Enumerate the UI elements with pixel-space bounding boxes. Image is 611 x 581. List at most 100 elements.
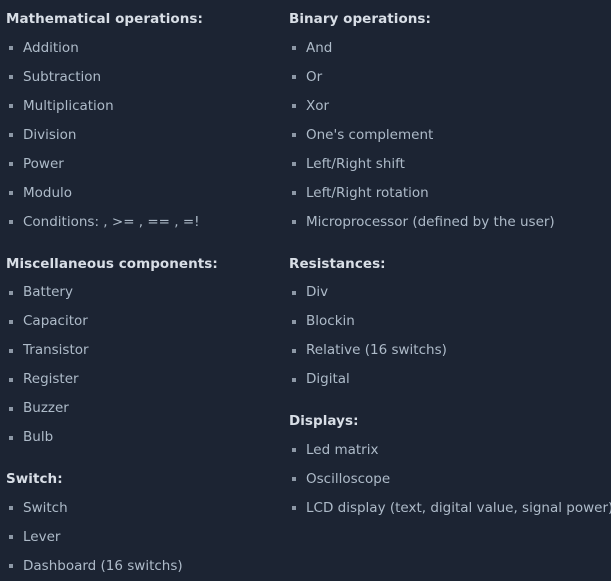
square-bullet-icon: [292, 104, 296, 108]
feature-list-page: Mathematical operations: Addition Subtract…: [0, 0, 611, 573]
list-item-label: Left/Right shift: [306, 155, 405, 172]
section-displays: Displays: Led matrix Oscilloscope LCD displ…: [289, 413, 611, 523]
list-item: Div: [289, 278, 611, 307]
section-heading: Resistances:: [289, 255, 386, 272]
section-heading: Mathematical operations:: [6, 11, 203, 27]
section-heading: Switch:: [6, 471, 63, 487]
list-item-label: Or: [306, 68, 323, 85]
list-item-label: Dashboard (16 switchs): [23, 557, 183, 574]
list-item-label: Power: [23, 155, 64, 172]
list-item: Blockin: [289, 307, 611, 336]
list-item: Register: [6, 365, 286, 394]
list-item-label: Division: [23, 126, 77, 143]
list-item: Transistor: [6, 336, 286, 365]
list-item: Digital: [289, 365, 611, 394]
square-bullet-icon: [292, 290, 296, 295]
list-item: Division: [6, 121, 286, 150]
list-item-label: Switch: [23, 499, 68, 516]
list-item: LCD display (text, digital value, signal…: [289, 494, 611, 523]
list-item-label: Buzzer: [23, 400, 69, 416]
square-bullet-icon: [292, 162, 296, 166]
list-item: Relative (16 switchs): [289, 336, 611, 365]
list-item-label: Battery: [23, 284, 73, 300]
list-item: Left/Right shift: [289, 150, 611, 179]
list-item-label: One's complement: [306, 126, 434, 143]
list-item: Addition: [6, 34, 286, 63]
list-item-label: Relative (16 switchs): [306, 342, 447, 358]
list-item: Oscilloscope: [289, 465, 611, 494]
list-item-label: Xor: [306, 97, 330, 114]
list-item: Power: [6, 150, 286, 179]
section-heading: Miscellaneous components:: [6, 255, 218, 272]
list-item-label: Subtraction: [23, 68, 102, 85]
square-bullet-icon: [9, 220, 13, 224]
list-item-label: Modulo: [23, 184, 73, 201]
section-binary-operations: Binary operations: And Or Xor One's compleme…: [289, 11, 611, 237]
square-bullet-icon: [9, 191, 13, 195]
square-bullet-icon: [292, 377, 296, 382]
section-heading: Binary operations:: [289, 11, 431, 27]
section-miscellaneous-components: Miscellaneous components: Battery Capacito…: [6, 255, 286, 453]
square-bullet-icon: [9, 319, 13, 324]
square-bullet-icon: [292, 477, 296, 481]
list-item-label: Blockin: [306, 313, 355, 329]
right-column: Binary operations: And Or Xor One's compleme…: [286, 11, 611, 523]
square-bullet-icon: [9, 506, 13, 510]
list-item: Left/Right rotation: [289, 179, 611, 208]
section-mathematical-operations: Mathematical operations: Addition Subtract…: [6, 11, 286, 237]
square-bullet-icon: [292, 220, 296, 224]
list-item-label: Oscilloscope: [306, 470, 391, 487]
list-item: Multiplication: [6, 92, 286, 121]
square-bullet-icon: [292, 348, 296, 353]
square-bullet-icon: [292, 191, 296, 195]
square-bullet-icon: [9, 435, 13, 440]
square-bullet-icon: [9, 377, 13, 382]
list-item-label: Lever: [23, 528, 61, 545]
list-item: Buzzer: [6, 394, 286, 423]
list-item: Or: [289, 63, 611, 92]
item-list: Addition Subtraction Multiplication Divisio…: [6, 34, 286, 237]
square-bullet-icon: [9, 290, 13, 295]
item-list: And Or Xor One's complement Left/Right shift…: [289, 34, 611, 237]
list-item-label: Div: [306, 284, 329, 300]
list-item-label: Left/Right rotation: [306, 184, 429, 201]
square-bullet-icon: [9, 162, 13, 166]
list-item: And: [289, 34, 611, 63]
square-bullet-icon: [9, 104, 13, 108]
list-item: Microprocessor (defined by the user): [289, 208, 611, 237]
list-item-label: Microprocessor (defined by the user): [306, 213, 555, 230]
section-switch: Switch: Switch Lever Dashboard (16 switchs): [6, 471, 286, 581]
square-bullet-icon: [9, 133, 13, 137]
square-bullet-icon: [9, 406, 13, 411]
list-item: One's complement: [289, 121, 611, 150]
square-bullet-icon: [9, 564, 13, 568]
section-heading: Displays:: [289, 413, 359, 429]
list-item-label: Conditions: , >= , == , =!: [23, 213, 200, 230]
square-bullet-icon: [292, 46, 296, 50]
square-bullet-icon: [9, 348, 13, 353]
list-item-label: Transistor: [23, 342, 89, 358]
square-bullet-icon: [292, 506, 296, 510]
item-list: Led matrix Oscilloscope LCD display (text,…: [289, 436, 611, 523]
list-item: Led matrix: [289, 436, 611, 465]
list-item-label: Bulb: [23, 429, 54, 445]
square-bullet-icon: [9, 75, 13, 79]
list-item-label: LCD display (text, digital value, signal…: [306, 499, 611, 516]
square-bullet-icon: [9, 535, 13, 539]
list-item-label: Register: [23, 371, 79, 387]
square-bullet-icon: [9, 46, 13, 50]
item-list: Battery Capacitor Transistor Register Buzzer…: [6, 278, 286, 452]
left-column: Mathematical operations: Addition Subtract…: [0, 11, 286, 581]
list-item-label: Led matrix: [306, 441, 379, 458]
list-item: Capacitor: [6, 307, 286, 336]
list-item-label: Multiplication: [23, 97, 114, 114]
list-item-label: Addition: [23, 39, 79, 56]
list-item: Battery: [6, 278, 286, 307]
list-item: Xor: [289, 92, 611, 121]
list-item-label: Digital: [306, 371, 350, 387]
square-bullet-icon: [292, 75, 296, 79]
list-item-label: Capacitor: [23, 313, 88, 329]
square-bullet-icon: [292, 133, 296, 137]
list-item: Lever: [6, 523, 286, 552]
square-bullet-icon: [292, 319, 296, 324]
